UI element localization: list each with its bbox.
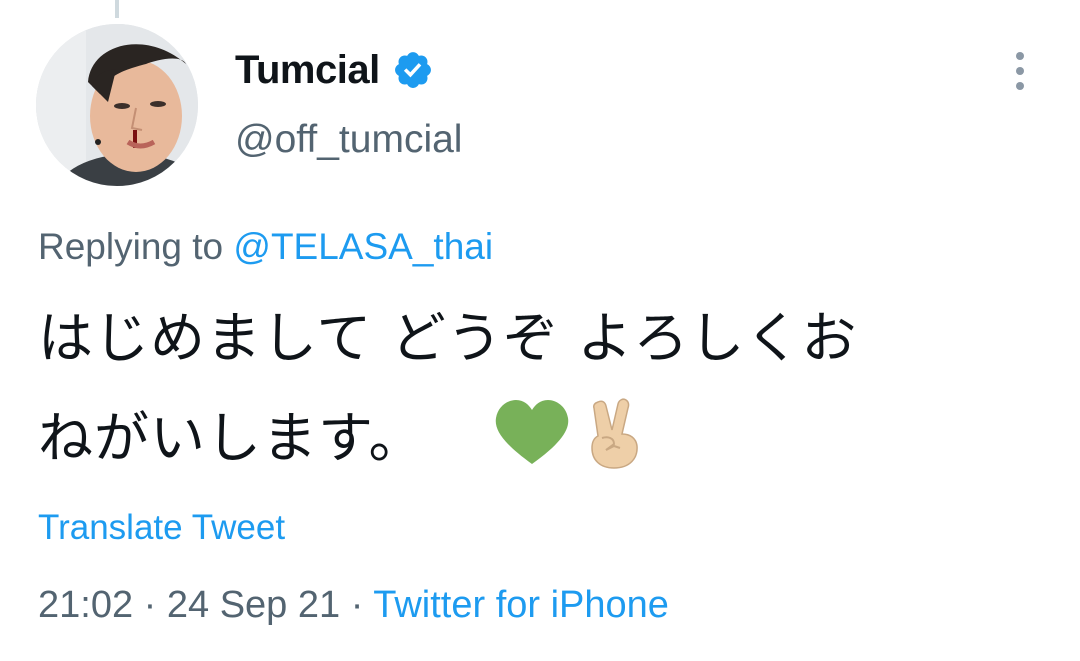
victory-hand-icon <box>591 398 638 469</box>
tweet-metadata: 21:02 · 24 Sep 21 · Twitter for iPhone <box>38 584 669 627</box>
green-heart-icon <box>495 400 569 464</box>
thread-connector-line <box>115 0 119 18</box>
avatar[interactable] <box>36 24 198 186</box>
profile-photo <box>36 24 198 186</box>
tweet-source-link[interactable]: Twitter for iPhone <box>373 584 669 626</box>
replying-to-label: Replying to <box>38 226 224 267</box>
display-name[interactable]: Tumcial <box>235 48 380 93</box>
tweet-text-line-1: はじめまして どうぞ よろしくお <box>38 306 858 370</box>
more-options-icon[interactable] <box>1010 52 1030 92</box>
tweet-time[interactable]: 21:02 <box>38 584 133 626</box>
reply-mention-link[interactable]: @TELASA_thai <box>233 226 493 267</box>
author-handle[interactable]: @off_tumcial <box>235 118 462 162</box>
author-name-row[interactable]: Tumcial <box>235 44 434 96</box>
replying-to: Replying to @TELASA_thai <box>38 226 493 268</box>
tweet-detail: Tumcial @off_tumcial Replying to @TELASA… <box>0 0 1080 661</box>
tweet-date[interactable]: 24 Sep 21 <box>167 584 340 626</box>
verified-badge-icon <box>394 52 431 88</box>
meta-separator-1: · <box>143 584 157 626</box>
translate-tweet-link[interactable]: Translate Tweet <box>38 508 285 548</box>
meta-separator-2: · <box>350 584 364 626</box>
